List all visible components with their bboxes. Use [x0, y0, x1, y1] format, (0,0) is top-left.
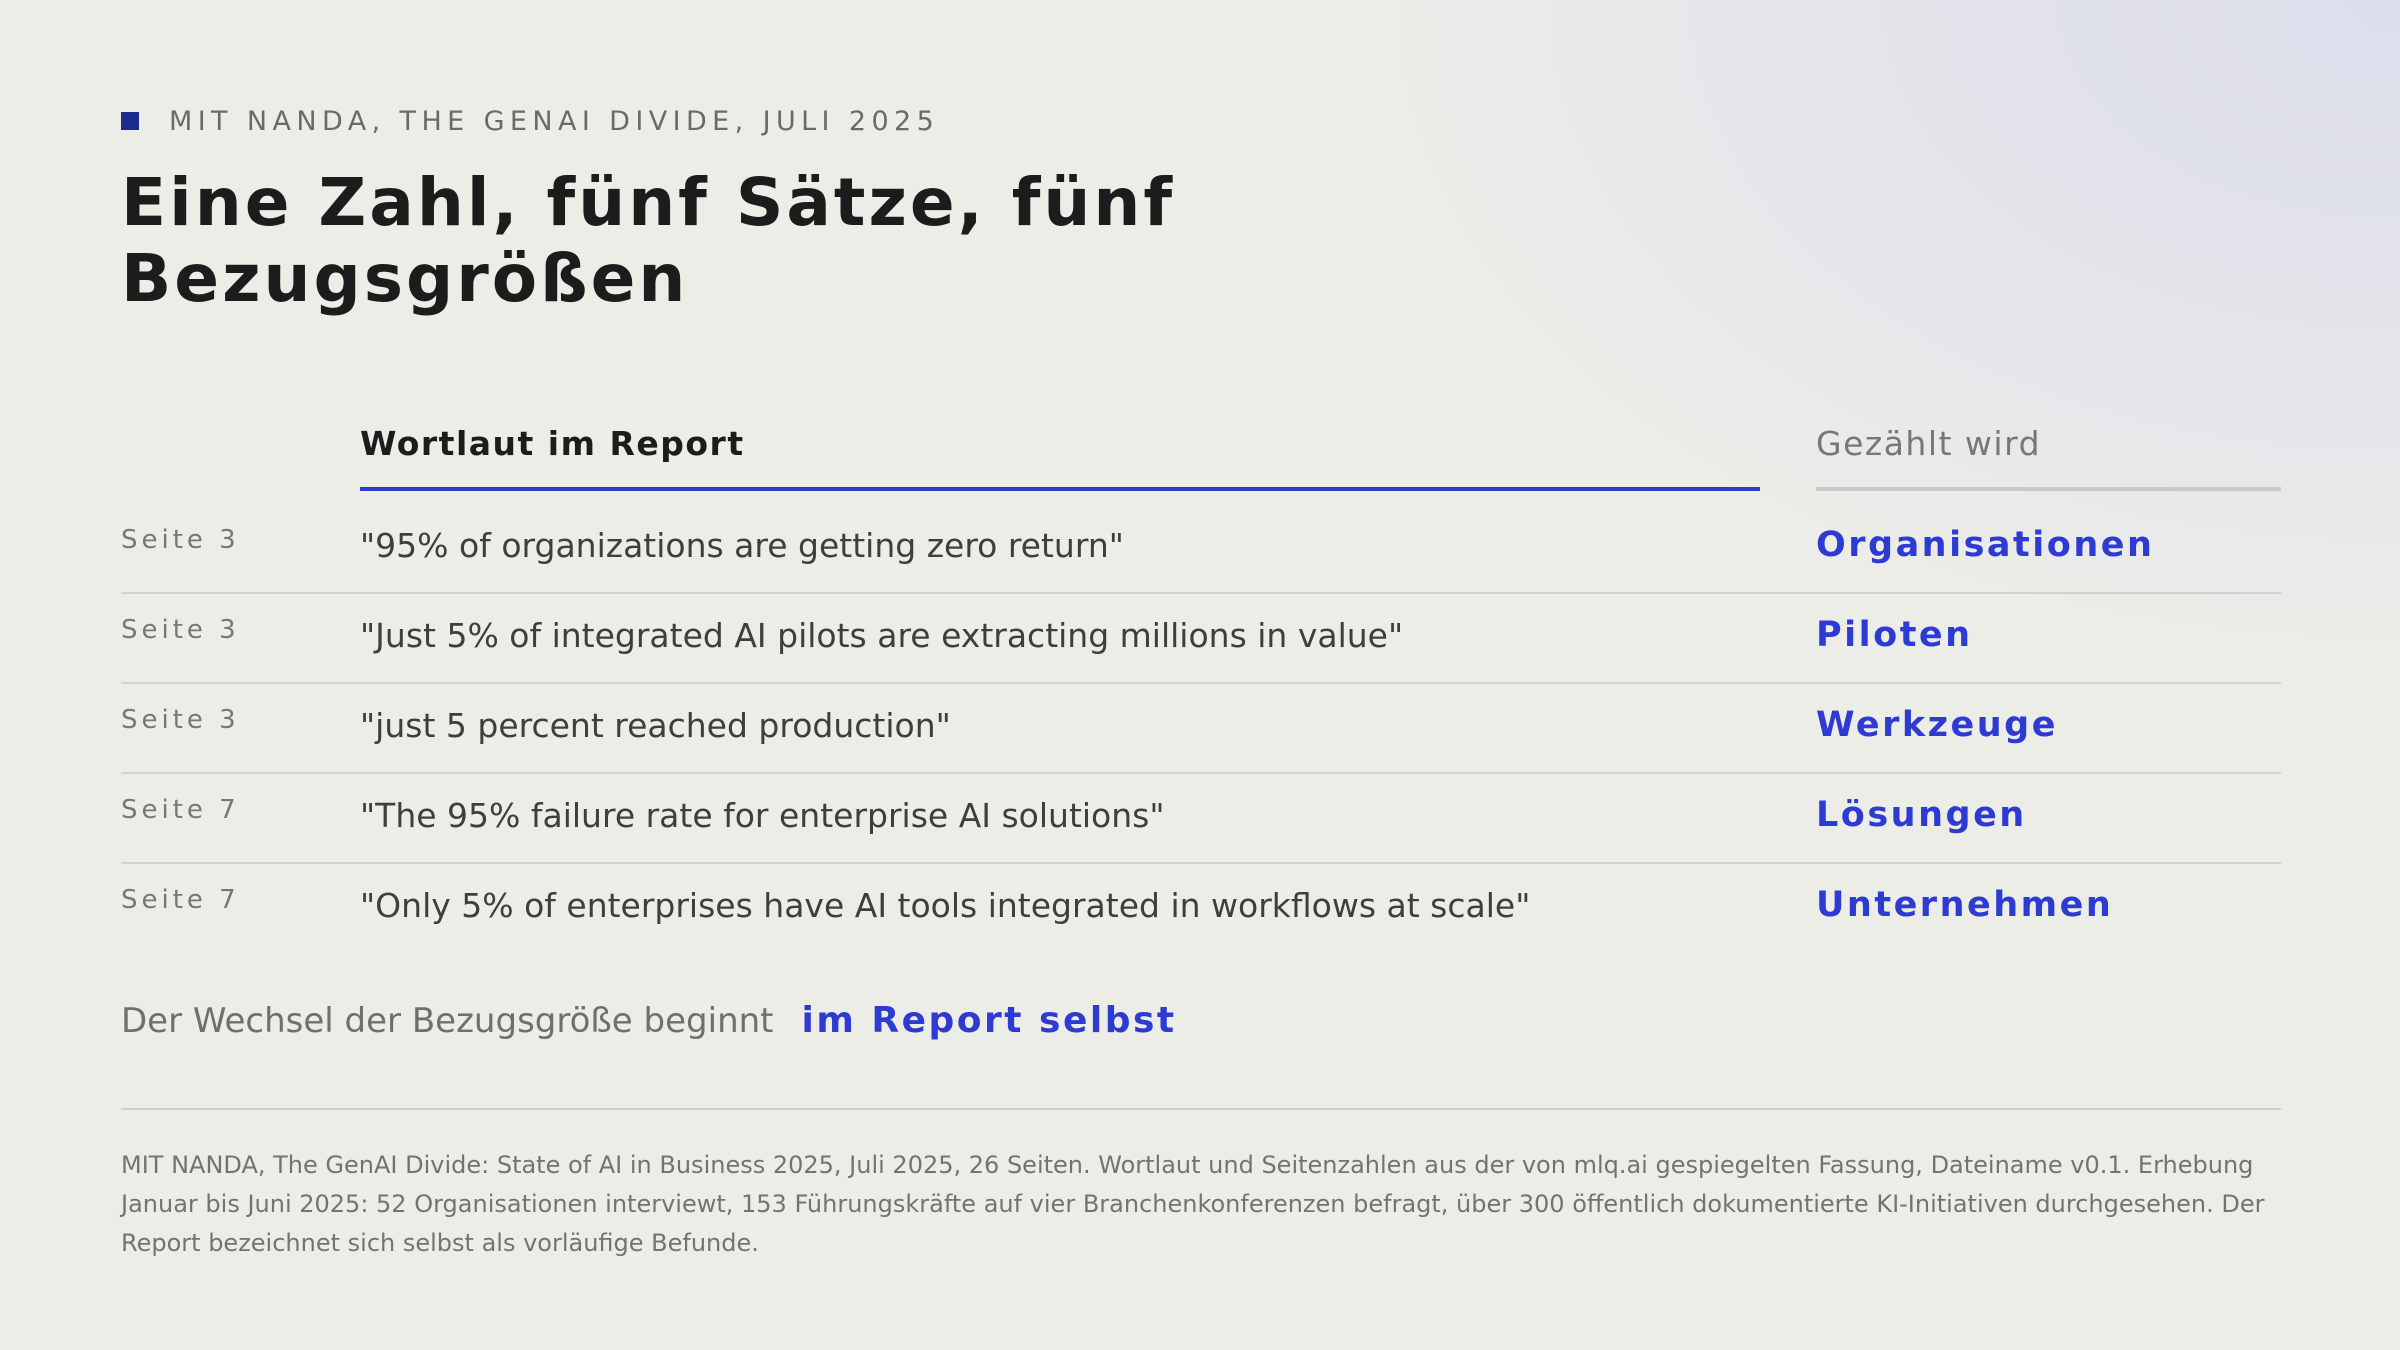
summary-accent: im Report selbst	[801, 1000, 1177, 1041]
row-page: Seite 7	[121, 885, 240, 915]
row-page: Seite 3	[121, 615, 240, 645]
quote-table: Seite 3 "95% of organizations are gettin…	[121, 504, 2281, 952]
source-footnote: MIT NANDA, The GenAI Divide: State of AI…	[121, 1151, 2265, 1257]
summary-lead: Der Wechsel der Bezugsgröße beginnt	[121, 1001, 774, 1041]
page-title: Eine Zahl, fünf Sätze, fünf Bezugsgrößen	[121, 164, 1176, 317]
row-counted: Piloten	[1816, 615, 1973, 655]
slide: MIT NANDA, THE GENAI DIVIDE, JULI 2025 E…	[0, 0, 2400, 1350]
table-row: Seite 3 "Just 5% of integrated AI pilots…	[121, 594, 2281, 684]
row-quote: "just 5 percent reached production"	[360, 706, 951, 745]
table-row: Seite 3 "95% of organizations are gettin…	[121, 504, 2281, 594]
footer-divider	[121, 1108, 2281, 1110]
column-header-quote: Wortlaut im Report	[360, 424, 745, 463]
eyebrow-square-icon	[121, 112, 139, 130]
row-quote: "Just 5% of integrated AI pilots are ext…	[360, 616, 1404, 655]
row-counted: Organisationen	[1816, 525, 2155, 565]
table-row: Seite 7 "The 95% failure rate for enterp…	[121, 774, 2281, 864]
row-quote: "95% of organizations are getting zero r…	[360, 526, 1124, 565]
column-rule-counted	[1816, 487, 2281, 491]
row-page: Seite 7	[121, 795, 240, 825]
row-counted: Lösungen	[1816, 795, 2027, 835]
row-counted: Werkzeuge	[1816, 705, 2058, 745]
table-row: Seite 7 "Only 5% of enterprises have AI …	[121, 864, 2281, 952]
row-quote: "Only 5% of enterprises have AI tools in…	[360, 886, 1531, 925]
table-row: Seite 3 "just 5 percent reached producti…	[121, 684, 2281, 774]
row-quote: "The 95% failure rate for enterprise AI …	[360, 796, 1165, 835]
summary-line: Der Wechsel der Bezugsgröße beginnt im R…	[121, 1000, 1177, 1041]
row-page: Seite 3	[121, 705, 240, 735]
row-page: Seite 3	[121, 525, 240, 555]
row-counted: Unternehmen	[1816, 885, 2114, 925]
column-rule-quote	[360, 487, 1760, 491]
eyebrow-text: MIT NANDA, THE GENAI DIVIDE, JULI 2025	[169, 105, 940, 137]
eyebrow: MIT NANDA, THE GENAI DIVIDE, JULI 2025	[121, 104, 939, 138]
column-header-counted: Gezählt wird	[1816, 424, 2042, 463]
